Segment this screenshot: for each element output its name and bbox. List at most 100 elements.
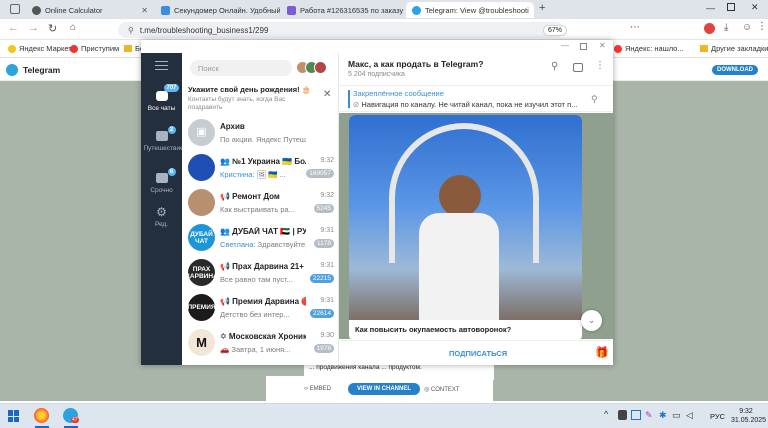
stopwatch-favicon-icon [161,5,170,15]
close-banner-icon[interactable]: ✕ [323,89,331,100]
clock[interactable]: 9:32 31.05.2025 [731,407,766,425]
close-window-icon[interactable]: ✕ [751,2,759,13]
chat-row[interactable]: 📢 Ремонт Дом 9:32 Как выстраивать ра... 524… [182,186,338,220]
search-input[interactable]: Поиск [190,60,292,76]
chat-avatar: ПРЕМИЯ [188,294,215,321]
unread-count-badge: 22614 [309,309,334,318]
chat-time: 9:32 [320,192,334,199]
new-tab-button[interactable]: + [539,2,545,14]
chat-preview: Детство без интер... [220,310,290,319]
windows-start-icon[interactable] [8,410,20,422]
chat-preview: Светлана: Здравствуйте... [220,240,306,249]
channel-title: Макс, а как продать в Telegram? [348,59,484,69]
tray-network-icon[interactable]: ▭ [672,410,681,421]
pinned-text: ⊘ Навигация по каналу. Не читай канал, п… [353,100,578,109]
tab-stopwatch[interactable]: Секундомер Онлайн. Удобный ✕ [155,2,280,18]
address-bar[interactable]: ⚲ t.me/troubleshooting_business1/299 [118,22,564,38]
folder-edit[interactable]: ⚙ Ред. [141,205,182,228]
telegram-favicon-icon [412,5,421,15]
close-tab-icon[interactable]: ✕ [533,6,534,15]
tg-web-brand: Telegram [23,65,61,75]
view-in-channel-button[interactable]: VIEW IN CHANNEL [348,383,420,395]
unpin-icon[interactable]: ⚲ [591,94,598,105]
archive-icon: ▣ [188,119,215,146]
adblock-icon[interactable] [704,23,715,34]
language-indicator[interactable]: РУС [710,412,725,421]
chat-avatar [188,154,215,181]
chat-row[interactable]: ПРЕМИЯ 📢 Премия Дарвина 🔴 9:31 Детство без … [182,291,338,325]
tray-pen-icon[interactable]: ✎ [645,410,653,421]
chat-preview: 🚗 Завтра, 1 июня... [220,345,291,354]
chat-time: 9:31 [320,262,334,269]
bookmark-start[interactable]: Приступим [70,44,119,53]
tray-volume-icon[interactable]: ◁ [686,410,693,421]
context-button[interactable]: ◎ CONTEXT [424,386,460,393]
telegram-taskbar-icon[interactable]: 47 [63,408,79,423]
yandex-icon [614,44,622,53]
window-minimize-icon[interactable]: — [561,41,569,50]
tab-telegram[interactable]: Telegram: View @troubleshooti ✕ [406,2,534,18]
unread-count-badge: 169057 [306,169,334,178]
check-circle-icon: ⊘ [353,100,360,109]
chat-row[interactable]: ПРАХ ДАРВИНА 📢 Прах Дарвина 21+ 9:31 Все ра… [182,256,338,290]
subscribe-bar: ПОДПИСАТЬСЯ 🎁 [339,340,613,365]
folder-urgent[interactable]: 6 Срочно [141,168,182,194]
back-icon[interactable]: ← [8,22,19,34]
chat-row-archive[interactable]: ▣ Архив По акции. Яндекс Путеш... [182,116,338,150]
window-close-icon[interactable]: ✕ [599,41,606,50]
folder-icon: 6 [153,168,176,185]
zoom-badge[interactable]: 67% [543,25,568,36]
tab-online-calculator[interactable]: Online Calculator ✕ [26,2,154,18]
url-text[interactable]: t.me/troubleshooting_business1/299 [140,26,269,35]
chat-row[interactable]: 👥 №1 Украина 🇺🇦 Болг... 9:32 Кристина: 🖼 🇺… [182,151,338,185]
birthday-subtitle: Контакты будут знать, когда Вас поздрави… [188,96,286,111]
embed-button[interactable]: ‹› EMBED [304,386,331,392]
scroll-down-button[interactable]: ⌄ [581,310,602,331]
tray-chevron-icon[interactable]: ^ [604,409,608,419]
hamburger-menu-icon[interactable] [155,61,168,70]
man-head-shape [439,175,481,217]
extension-icon[interactable]: ⋯ [630,22,640,33]
minimize-window-icon[interactable]: — [706,3,715,13]
firefox-icon[interactable] [34,408,49,423]
bookmark-other[interactable]: Другие закладки [700,44,768,53]
subscribe-button[interactable]: ПОДПИСАТЬСЯ [449,349,507,358]
unread-count-badge: 22215 [309,274,334,283]
post-bubble[interactable]: Как повысить окупаемость автоворонок? [349,115,582,341]
window-maximize-icon[interactable] [580,43,587,50]
pinned-message-bar[interactable]: Закреплённое сообщение ⊘ Навигация по ка… [339,85,613,112]
search-icon[interactable]: ⚲ [551,61,558,72]
gift-icon[interactable]: 🎁 [595,346,609,359]
story-avatar[interactable] [314,61,327,74]
post-photo[interactable] [349,115,582,320]
tab-work-order[interactable]: Работа #126316535 по заказу ✕ [281,2,405,18]
clock-time: 9:32 [739,408,753,415]
bookmark-yandex-market[interactable]: Яндекс Маркет [8,44,72,53]
chat-row[interactable]: M ✡ Московская Хроника 9:30 🚗 Завтра, 1 июн… [182,326,338,360]
chat-list: Поиск Укажите свой день рождения! 🎂 Конт… [182,53,339,365]
site-info-icon[interactable]: ⚲ [128,26,134,35]
channel-view: Макс, а как продать в Telegram? 5 204 по… [339,53,613,365]
forward-icon[interactable]: → [28,22,39,34]
tray-app-icon[interactable] [618,410,627,420]
maximize-window-icon[interactable] [727,3,735,11]
folder-travel[interactable]: 2 Путешествие [141,126,184,152]
chat-row[interactable]: ДУБАЙ ЧАТ 👥 ДУБАЙ ЧАТ 🇦🇪 | РУС... 9:31 Свет… [182,221,338,255]
download-icon[interactable]: ⤓ [724,22,728,33]
bookmark-yandex-found[interactable]: Яндекс: нашло... [614,44,684,53]
window-titlebar: — ✕ [141,40,613,53]
more-menu-icon[interactable]: ⋮ [595,60,605,71]
tray-bluetooth-icon[interactable]: ✱ [659,410,667,421]
reload-icon[interactable]: ↻ [48,22,57,35]
folder-all-chats[interactable]: 707 Все чаты [141,84,182,112]
download-button[interactable]: DOWNLOAD [712,65,758,75]
birthday-banner[interactable]: Укажите свой день рождения! 🎂 Контакты б… [182,82,338,112]
folder-icon: 2 [153,126,176,143]
menu-icon[interactable]: ⋮ [757,21,767,32]
tray-screenshot-icon[interactable] [631,410,641,420]
sidebar-toggle-icon[interactable] [573,63,583,72]
close-tab-icon[interactable]: ✕ [141,6,148,15]
tab-list-icon[interactable] [10,4,20,14]
home-icon[interactable]: ⌂ [70,22,76,33]
profile-icon[interactable]: ☺ [742,22,752,33]
